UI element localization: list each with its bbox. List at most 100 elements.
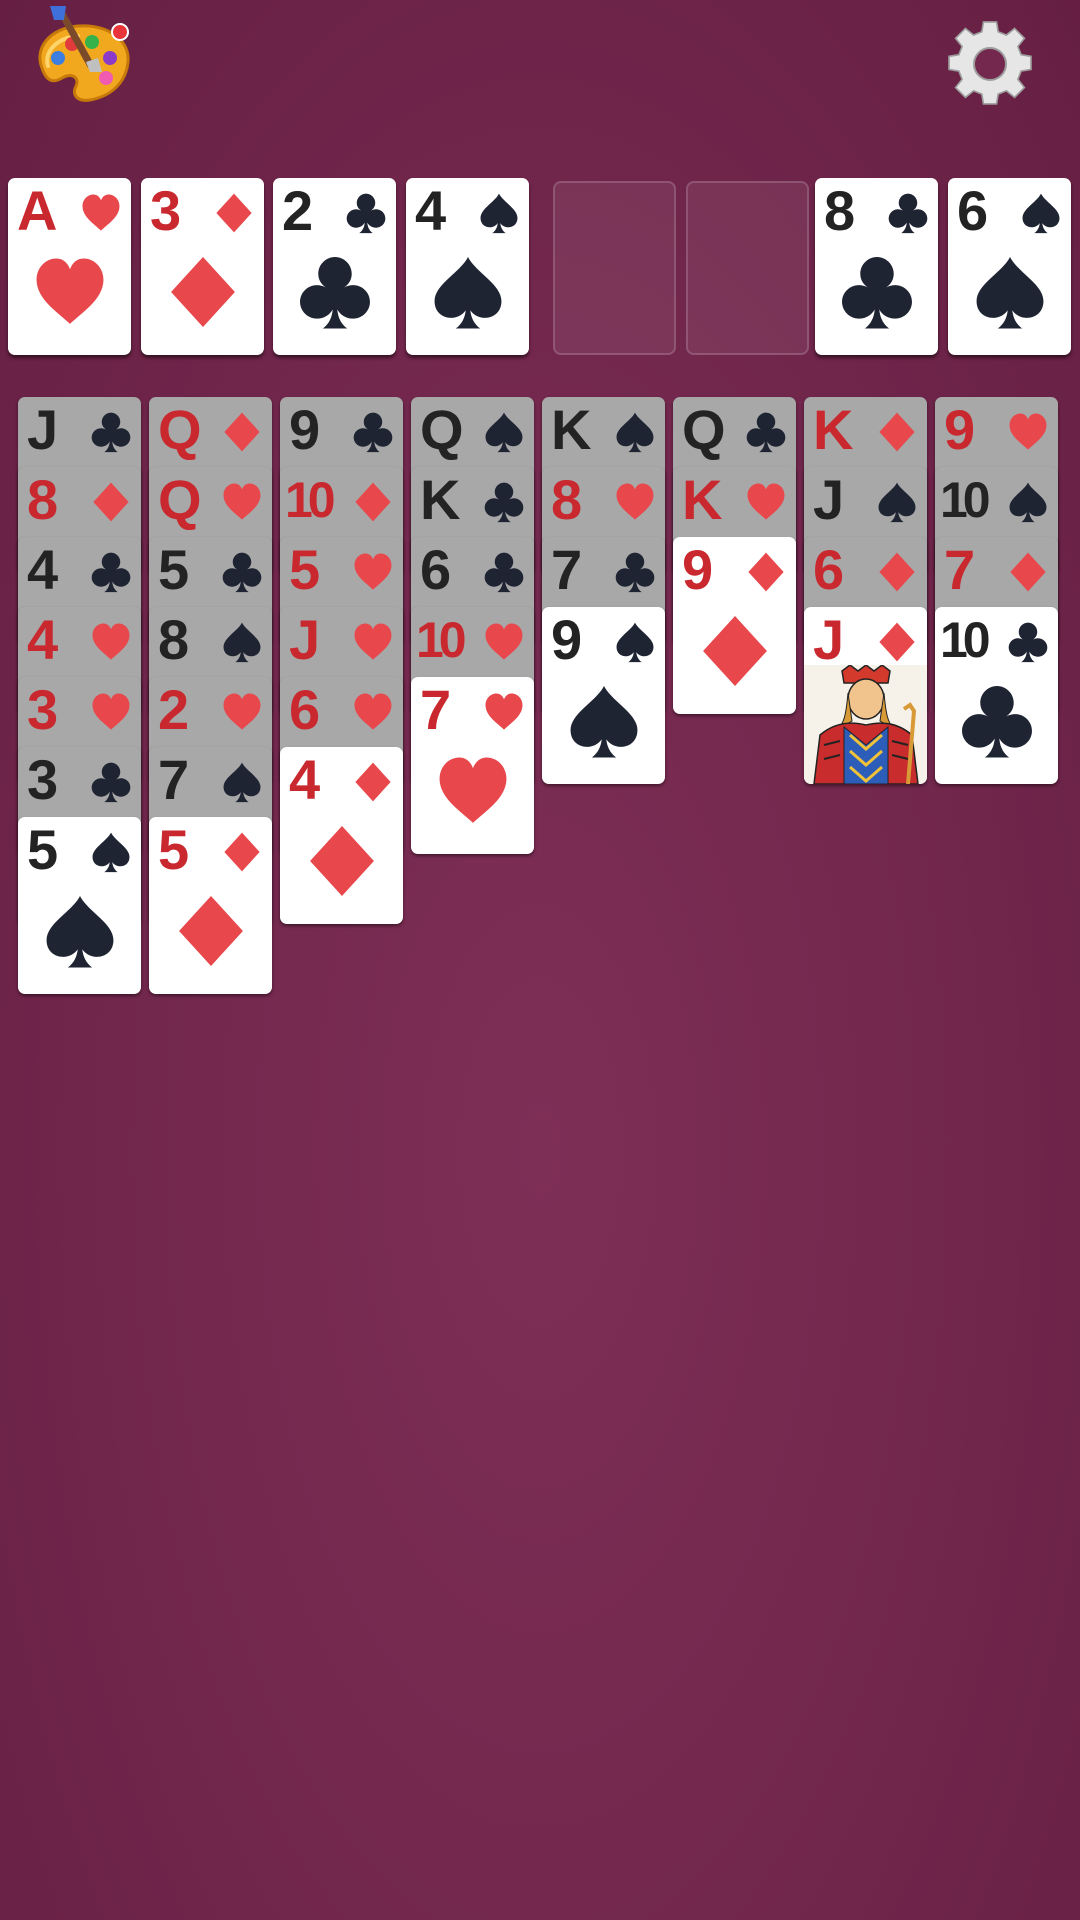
spades-icon: [485, 412, 523, 453]
clubs-icon: [615, 552, 655, 593]
card-rank: 7: [551, 538, 582, 601]
hearts-icon: [1009, 413, 1047, 450]
diamonds-icon: [355, 762, 391, 802]
clubs-icon: [91, 552, 131, 593]
diamonds-icon: [748, 552, 784, 592]
hearts-icon: [354, 623, 392, 660]
card-rank: J: [813, 468, 844, 531]
settings-button[interactable]: [942, 16, 1038, 112]
card-rank: 10: [285, 472, 336, 528]
card-rank: K: [551, 398, 591, 461]
card-8-of-clubs[interactable]: 8: [815, 178, 938, 355]
empty-cell-slot[interactable]: [686, 181, 809, 355]
card-rank: 5: [158, 818, 189, 881]
diamonds-icon: [179, 896, 243, 966]
card-rank: 6: [813, 538, 844, 601]
card-rank: 4: [289, 748, 320, 811]
clubs-icon: [888, 193, 928, 234]
clubs-icon: [222, 552, 262, 593]
card-rank: 5: [27, 818, 58, 881]
clubs-icon: [484, 552, 524, 593]
card-rank: Q: [682, 398, 726, 461]
card-rank: Q: [420, 398, 464, 461]
empty-cell-slot[interactable]: [553, 181, 676, 355]
card-rank: 8: [158, 608, 189, 671]
card-4-of-spades[interactable]: 4: [406, 178, 529, 355]
diamonds-icon: [171, 257, 235, 327]
card-rank: 8: [824, 179, 855, 242]
hearts-icon: [223, 693, 261, 730]
diamonds-icon: [216, 193, 252, 233]
card-rank: 10: [940, 472, 991, 528]
hearts-icon: [92, 623, 130, 660]
card-10-of-clubs[interactable]: 10: [935, 607, 1058, 784]
card-rank: 3: [27, 748, 58, 811]
card-rank: J: [813, 608, 844, 671]
card-rank: 5: [158, 538, 189, 601]
clubs-icon: [91, 412, 131, 453]
card-rank: 3: [150, 179, 181, 242]
spades-icon: [570, 686, 638, 758]
card-rank: Q: [158, 398, 202, 461]
card-rank: 9: [682, 538, 713, 601]
card-rank: A: [17, 179, 57, 242]
hearts-icon: [485, 693, 523, 730]
card-5-of-diamonds[interactable]: 5: [149, 817, 272, 994]
card-rank: J: [27, 398, 58, 461]
hearts-icon: [82, 194, 120, 231]
card-7-of-hearts[interactable]: 7: [411, 677, 534, 854]
card-rank: 2: [282, 179, 313, 242]
hearts-icon: [747, 483, 785, 520]
card-rank: 6: [289, 678, 320, 741]
card-rank: 10: [940, 612, 991, 668]
card-rank: 5: [289, 538, 320, 601]
spades-icon: [434, 257, 502, 329]
card-rank: 6: [957, 179, 988, 242]
spades-icon: [976, 257, 1044, 329]
card-3-of-diamonds[interactable]: 3: [141, 178, 264, 355]
diamonds-icon: [703, 616, 767, 686]
spades-icon: [1009, 482, 1047, 523]
card-6-of-spades[interactable]: 6: [948, 178, 1071, 355]
diamonds-icon: [310, 826, 374, 896]
hearts-icon: [439, 757, 507, 823]
hearts-icon: [485, 623, 523, 660]
spades-icon: [46, 896, 114, 968]
card-rank: 7: [944, 538, 975, 601]
diamonds-icon: [224, 412, 260, 452]
card-rank: 6: [420, 538, 451, 601]
clubs-icon: [484, 482, 524, 523]
spades-icon: [223, 622, 261, 663]
diamonds-icon: [355, 482, 391, 522]
card-9-of-diamonds[interactable]: 9: [673, 537, 796, 714]
spades-icon: [616, 622, 654, 663]
card-rank: 3: [27, 678, 58, 741]
card-rank: 2: [158, 678, 189, 741]
theme-button[interactable]: [28, 6, 138, 112]
card-rank: 8: [27, 468, 58, 531]
card-rank: J: [289, 608, 320, 671]
diamonds-icon: [1010, 552, 1046, 592]
card-j-of-diamonds[interactable]: J: [804, 607, 927, 784]
clubs-icon: [842, 257, 912, 329]
jack-face-art: [804, 665, 927, 784]
card-a-of-hearts[interactable]: A: [8, 178, 131, 355]
card-4-of-diamonds[interactable]: 4: [280, 747, 403, 924]
card-2-of-clubs[interactable]: 2: [273, 178, 396, 355]
hearts-icon: [92, 693, 130, 730]
spades-icon: [878, 482, 916, 523]
diamonds-icon: [224, 832, 260, 872]
palette-icon: [38, 6, 130, 102]
card-rank: 8: [551, 468, 582, 531]
clubs-icon: [353, 412, 393, 453]
spades-icon: [616, 412, 654, 453]
clubs-icon: [300, 257, 370, 329]
spades-icon: [92, 832, 130, 873]
card-5-of-spades[interactable]: 5: [18, 817, 141, 994]
card-rank: 9: [551, 608, 582, 671]
hearts-icon: [354, 693, 392, 730]
hearts-icon: [354, 553, 392, 590]
card-9-of-spades[interactable]: 9: [542, 607, 665, 784]
diamonds-icon: [93, 482, 129, 522]
diamonds-icon: [879, 412, 915, 452]
